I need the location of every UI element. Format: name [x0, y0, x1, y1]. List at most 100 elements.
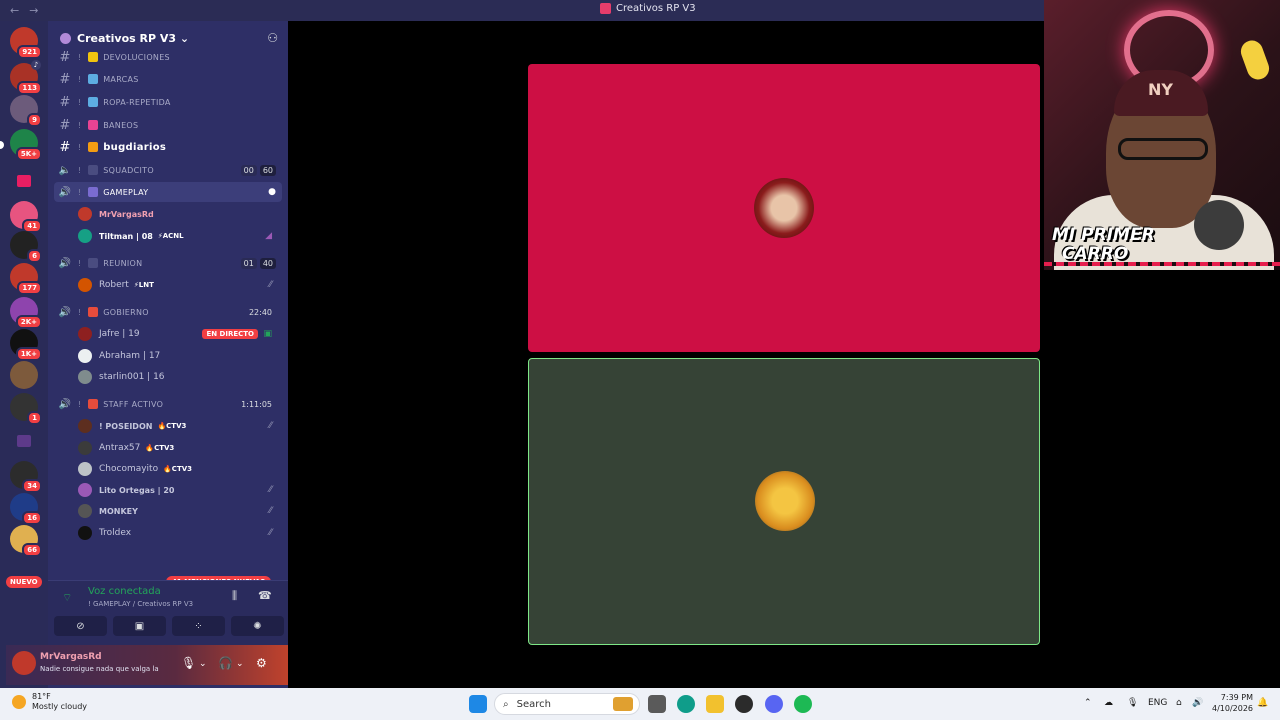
- notification-icon[interactable]: 🔔: [1257, 698, 1268, 708]
- voice-user[interactable]: starlin001 | 16: [78, 367, 282, 387]
- user-avatar[interactable]: [12, 651, 36, 675]
- start-icon[interactable]: [469, 695, 487, 713]
- avatar: [78, 349, 92, 363]
- server-icon-7[interactable]: 177: [10, 263, 42, 295]
- spotify-icon[interactable]: [794, 695, 812, 713]
- microphone-icon[interactable]: 🎙: [1127, 698, 1138, 708]
- voice-status[interactable]: Voz conectada: [88, 586, 161, 597]
- chevron-down-icon[interactable]: ⌄: [236, 659, 244, 669]
- noise-suppression-icon[interactable]: ⫼: [232, 589, 237, 603]
- avatar: [78, 207, 92, 221]
- forward-arrow-icon[interactable]: →: [29, 4, 38, 17]
- chevron-up-icon[interactable]: ⌃: [1084, 698, 1092, 708]
- server-icon-1[interactable]: 921: [10, 27, 42, 59]
- voice-user[interactable]: Antrax57 🔥CTV3: [78, 438, 282, 458]
- voice-channel-squadcito[interactable]: 🔈! SQUADCITO 00 60: [54, 160, 282, 180]
- search-box[interactable]: ⌕ Search: [494, 693, 640, 715]
- signal-icon[interactable]: ⌔: [62, 591, 72, 605]
- channel-name: DEVOLUCIONES: [103, 52, 170, 62]
- avatar: [78, 462, 92, 476]
- task-view-icon[interactable]: [648, 695, 666, 713]
- speaker-icon: 🔊: [58, 257, 72, 269]
- user-name: Robert: [99, 280, 129, 290]
- participant-tile-tiltman[interactable]: [528, 358, 1040, 645]
- microphone-icon[interactable]: 🎙: [181, 656, 196, 670]
- stream-preview-icon: ▣: [263, 329, 272, 339]
- chrome-icon[interactable]: [735, 695, 753, 713]
- gear-icon[interactable]: ⚙: [256, 656, 267, 670]
- voice-user[interactable]: ! POSEIDON 🔥CTV3 ⁄⁄: [78, 416, 282, 436]
- speaker-icon: ♪: [31, 60, 41, 70]
- selected-pip: [0, 141, 4, 149]
- voice-user[interactable]: Troldex ⁄⁄: [78, 523, 282, 543]
- chat-bubble-icon[interactable]: ●: [268, 187, 276, 197]
- server-icon-2[interactable]: ♪ 113: [10, 60, 42, 95]
- volume-icon[interactable]: 🔊: [1192, 698, 1203, 708]
- discord-icon[interactable]: [765, 695, 783, 713]
- channel-devoluciones[interactable]: #! DEVOLUCIONES: [54, 47, 282, 67]
- channel-bugdiarios[interactable]: #! bugdiarios: [54, 137, 282, 157]
- language-indicator[interactable]: ENG: [1148, 698, 1167, 708]
- disconnect-icon[interactable]: ☎: [258, 589, 272, 602]
- voice-channel-gameplay[interactable]: 🔊! GAMEPLAY ●: [54, 182, 282, 202]
- network-icon[interactable]: ⌂: [1176, 698, 1182, 708]
- channel-name: ROPA-REPETIDA: [103, 97, 171, 107]
- server-icon-10[interactable]: [10, 361, 38, 389]
- channel-emoji-icon: [88, 307, 99, 317]
- channel-baneos[interactable]: #! BANEOS: [54, 115, 282, 135]
- chevron-down-icon[interactable]: ⌄: [199, 659, 207, 669]
- server-icon-6[interactable]: 6: [10, 231, 42, 263]
- microphone-icon: [1194, 200, 1244, 250]
- voice-channel-gobierno[interactable]: 🔊! GOBIERNO 22:40: [54, 302, 282, 322]
- user-panel-name[interactable]: MrVargasRd: [40, 652, 102, 662]
- server-icon-13[interactable]: 16: [10, 493, 42, 525]
- avatar: [78, 441, 92, 455]
- headphones-icon[interactable]: 🎧: [218, 656, 233, 670]
- voice-user[interactable]: Robert ⚡LNT ⁄⁄: [78, 275, 282, 295]
- user-tag: 🔥CTV3: [163, 465, 193, 473]
- edge-icon[interactable]: [677, 695, 695, 713]
- avatar: [78, 229, 92, 243]
- voice-user[interactable]: MONKEY ⁄⁄: [78, 501, 282, 521]
- voice-user[interactable]: Tiltman | 08 ⚡ACNL ◢: [78, 226, 282, 246]
- voice-location[interactable]: ! GAMEPLAY / Creativos RP V3: [88, 600, 193, 608]
- server-icon-8[interactable]: 2K+: [10, 297, 42, 329]
- voice-user[interactable]: MrVargasRd: [78, 204, 282, 224]
- soundboard-button[interactable]: ✺: [231, 616, 284, 636]
- voice-user[interactable]: Abraham | 17: [78, 346, 282, 366]
- screen-share-button[interactable]: ▣: [113, 616, 166, 636]
- banana-icon: [1237, 37, 1273, 83]
- cap-logo: NY: [1148, 80, 1173, 99]
- back-arrow-icon[interactable]: ←: [10, 4, 19, 17]
- server-icon-12[interactable]: 34: [10, 461, 42, 493]
- new-badge[interactable]: NUEVO: [6, 576, 42, 588]
- unread-badge: 6: [27, 249, 42, 263]
- live-badge[interactable]: EN DIRECTO: [202, 329, 258, 339]
- voice-channel-staff-activo[interactable]: 🔊! STAFF ACTIVO 1:11:05: [54, 394, 282, 414]
- activities-button[interactable]: ⁘: [172, 616, 225, 636]
- window-title: Creativos RP V3: [600, 3, 696, 14]
- voice-channel-reunion[interactable]: 🔊! REUNION 01 40: [54, 253, 282, 273]
- voice-user[interactable]: Lito Ortegas | 20 ⁄⁄: [78, 480, 282, 500]
- channel-marcas[interactable]: #! MARCAS: [54, 69, 282, 89]
- weather-widget[interactable]: 81°F Mostly cloudy: [12, 692, 87, 712]
- onedrive-icon[interactable]: ☁: [1104, 698, 1113, 708]
- participant-tile-mrvargasrd[interactable]: [528, 64, 1040, 352]
- file-explorer-icon[interactable]: [706, 695, 724, 713]
- server-icon-3[interactable]: 9: [10, 95, 42, 127]
- server-icon-creativos[interactable]: 41: [10, 201, 42, 233]
- channel-emoji-icon: [88, 399, 99, 409]
- folder-icon[interactable]: [17, 435, 31, 447]
- server-icon-11[interactable]: 1: [10, 393, 42, 425]
- server-icon-14[interactable]: 66: [10, 525, 42, 557]
- server-icon-4[interactable]: 5K+: [10, 129, 42, 161]
- voice-user[interactable]: Jafre | 19 EN DIRECTO ▣: [78, 324, 282, 344]
- person-plus-icon[interactable]: ⚇: [267, 31, 278, 45]
- camera-off-button[interactable]: ⊘: [54, 616, 107, 636]
- voice-user[interactable]: Chocomayito 🔥CTV3: [78, 459, 282, 479]
- app-logo-icon: [600, 3, 611, 14]
- folder-icon[interactable]: [17, 175, 31, 187]
- channel-ropa-repetida[interactable]: #! ROPA-REPETIDA: [54, 92, 282, 112]
- server-icon-9[interactable]: 1K+: [10, 329, 42, 361]
- clock[interactable]: 7:39 PM 4/10/2026: [1212, 692, 1253, 714]
